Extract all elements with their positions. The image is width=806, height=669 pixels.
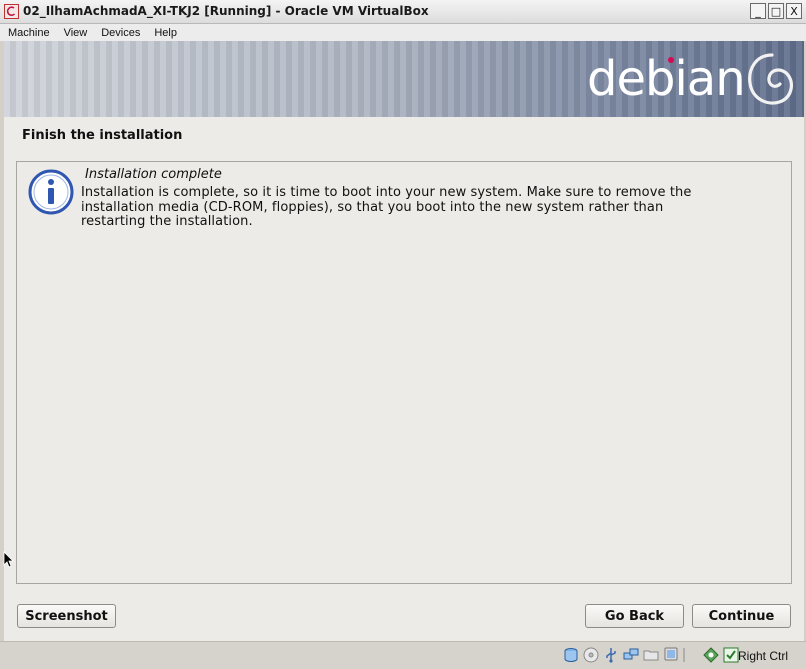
debian-logo-dot xyxy=(668,57,674,63)
virtualbox-debian-icon xyxy=(4,4,19,19)
minimize-button[interactable]: _ xyxy=(750,3,766,19)
window-titlebar[interactable]: 02_IlhamAchmadA_XI-TKJ2 [Running] - Orac… xyxy=(0,0,806,24)
mouse-integration-icon[interactable] xyxy=(723,647,739,663)
host-key-label: Right Ctrl xyxy=(738,649,789,663)
go-back-button[interactable]: Go Back xyxy=(585,604,684,628)
message-line: restarting the installation. xyxy=(81,214,253,229)
screenshot-button[interactable]: Screenshot xyxy=(17,604,116,628)
network-icon[interactable] xyxy=(623,647,639,663)
status-bar: Right Ctrl xyxy=(0,641,806,669)
window-title: 02_IlhamAchmadA_XI-TKJ2 [Running] - Orac… xyxy=(23,4,429,18)
usb-icon[interactable] xyxy=(603,647,619,663)
mouse-cursor-icon xyxy=(3,551,14,568)
debian-logo-text: debian xyxy=(587,51,746,107)
menu-machine[interactable]: Machine xyxy=(0,27,56,39)
menu-view[interactable]: View xyxy=(56,27,94,39)
continue-button[interactable]: Continue xyxy=(692,604,791,628)
video-capture-icon[interactable] xyxy=(683,647,699,663)
message-heading: Installation complete xyxy=(85,167,222,182)
debian-banner: debian xyxy=(4,41,804,117)
page-title: Finish the installation xyxy=(22,128,183,143)
hard-disk-icon[interactable] xyxy=(563,647,579,663)
display-icon[interactable] xyxy=(663,647,679,663)
message-line: Installation is complete, so it is time … xyxy=(81,185,692,200)
message-line: installation media (CD-ROM, floppies), s… xyxy=(81,199,664,215)
debian-swirl-icon xyxy=(748,53,793,105)
cpu-icon[interactable] xyxy=(703,647,719,663)
menu-bar: Machine View Devices Help xyxy=(0,24,806,41)
optical-drive-icon[interactable] xyxy=(583,647,599,663)
info-icon xyxy=(28,169,74,215)
message-body: Installation is complete, so it is time … xyxy=(81,185,781,230)
close-button[interactable]: X xyxy=(786,3,802,19)
menu-devices[interactable]: Devices xyxy=(93,27,146,39)
shared-folders-icon[interactable] xyxy=(643,647,659,663)
menu-help[interactable]: Help xyxy=(146,27,183,39)
maximize-button[interactable]: □ xyxy=(768,3,784,19)
